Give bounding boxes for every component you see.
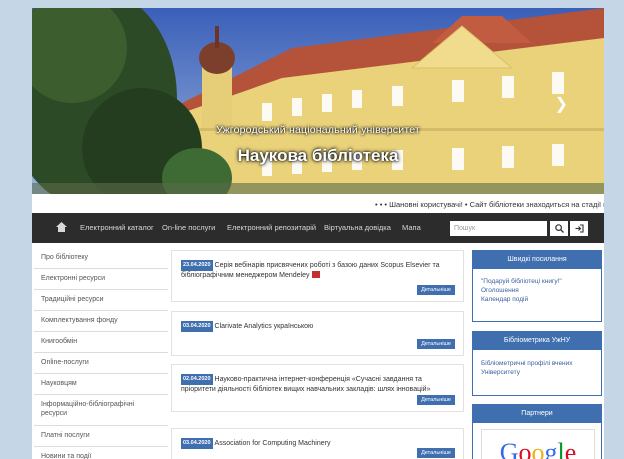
sidebar-item-book-exchange[interactable]: Книгообмін: [34, 332, 168, 353]
flag-icon: [311, 271, 320, 278]
home-icon[interactable]: [56, 222, 67, 232]
bibliometrics-panel: Бібліометрика УжНУ Бібліометричні профіл…: [472, 331, 602, 396]
main-navigation: Електронний каталог On-line послуги Елек…: [32, 213, 604, 243]
news-text[interactable]: 02.04.2020 Науково-практична інтернет-кон…: [181, 374, 455, 394]
sidebar-item-news[interactable]: Новини та події: [34, 447, 168, 459]
more-button[interactable]: Детальніше: [417, 339, 455, 349]
google-logo[interactable]: Google: [481, 429, 595, 459]
ticker-text: • • • Шановні користувачі! • Сайт бібліо…: [375, 200, 604, 209]
news-text[interactable]: 03.04.2020 Association for Computing Mach…: [181, 438, 455, 449]
news-date: 03.04.2020: [181, 321, 213, 332]
sidebar: Про бібліотеку Електронні ресурси Традиц…: [34, 248, 168, 459]
hero-title: Наукова бібліотека: [237, 146, 399, 165]
news-date: 02.04.2020: [181, 374, 213, 385]
google-logo-text: Google: [499, 438, 577, 459]
more-button[interactable]: Детальніше: [417, 448, 455, 458]
quick-link[interactable]: Оголошення: [473, 286, 601, 295]
news-card: 02.04.2020 Науково-практична інтернет-кон…: [171, 364, 464, 412]
news-date: 03.04.2020: [181, 438, 213, 449]
news-card: 23.04.2020 Серія вебінарів присвячених ро…: [171, 250, 464, 302]
nav-item-online-services[interactable]: On-line послуги: [162, 223, 215, 232]
quick-links-panel: Швидкі посилання "Подаруй бібліотеці кни…: [472, 250, 602, 322]
nav-item-map[interactable]: Мапа: [402, 223, 421, 232]
news-card: 03.04.2020 Clarivate Analytics українсько…: [171, 311, 464, 356]
panel-title: Партнери: [473, 405, 601, 423]
login-icon[interactable]: [570, 221, 588, 236]
panel-title: Бібліометрика УжНУ: [473, 332, 601, 350]
news-card: 03.04.2020 Association for Computing Mach…: [171, 428, 464, 459]
panel-title: Швидкі посилання: [473, 251, 601, 269]
sidebar-item-online[interactable]: Online-послуги: [34, 353, 168, 374]
hero-subtitle: Ужгородський національний університет: [216, 124, 420, 136]
sidebar-item-e-resources[interactable]: Електронні ресурси: [34, 269, 168, 290]
sidebar-item-about[interactable]: Про бібліотеку: [34, 248, 168, 269]
hero-image: [32, 8, 604, 194]
sidebar-item-traditional[interactable]: Традиційні ресурси: [34, 290, 168, 311]
sidebar-item-scientists[interactable]: Науковцям: [34, 374, 168, 395]
news-text[interactable]: 03.04.2020 Clarivate Analytics українсько…: [181, 321, 455, 332]
partners-panel: Партнери Google: [472, 404, 602, 459]
more-button[interactable]: Детальніше: [417, 395, 455, 405]
bibliometrics-link[interactable]: Бібліометричні профілі вчених: [473, 359, 601, 368]
nav-item-repository[interactable]: Електронний репозитарій: [227, 223, 316, 232]
page: Ужгородський національний університет На…: [32, 8, 604, 459]
news-date: 23.04.2020: [181, 260, 213, 271]
search-input[interactable]: Пошук: [450, 221, 547, 236]
news-text[interactable]: 23.04.2020 Серія вебінарів присвячених ро…: [181, 260, 455, 280]
nav-item-virtual-help[interactable]: Віртуальна довідка: [324, 223, 391, 232]
sidebar-item-acquisition[interactable]: Комплектування фонду: [34, 311, 168, 332]
quick-link[interactable]: Календар подій: [473, 295, 601, 304]
sidebar-item-bibliographic[interactable]: Інформаційно-бібліографічні ресурси: [34, 395, 168, 426]
search-icon[interactable]: [550, 221, 568, 236]
news-ticker: • • • Шановні користувачі! • Сайт бібліо…: [32, 196, 604, 212]
chevron-right-icon[interactable]: ❯: [555, 94, 568, 114]
quick-link[interactable]: "Подаруй бібліотеці книгу!": [473, 277, 601, 286]
bibliometrics-link[interactable]: Університету: [473, 368, 601, 377]
hero-banner: Ужгородський національний університет На…: [32, 8, 604, 194]
more-button[interactable]: Детальніше: [417, 285, 455, 295]
sidebar-item-paid-services[interactable]: Платні послуги: [34, 426, 168, 447]
nav-item-catalog[interactable]: Електронний каталог: [80, 223, 154, 232]
